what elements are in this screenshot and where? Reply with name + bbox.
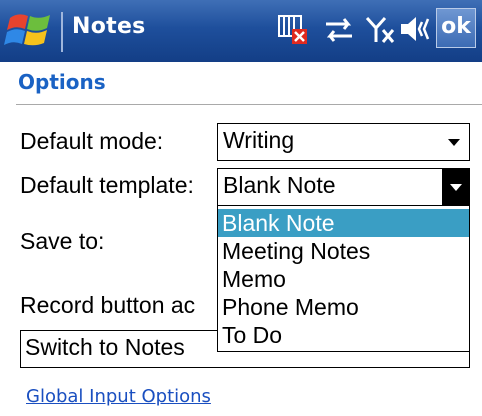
default-mode-label: Default mode: bbox=[20, 128, 164, 154]
windows-start-icon[interactable] bbox=[4, 6, 56, 56]
dropdown-option[interactable]: To Do bbox=[218, 321, 469, 349]
default-template-select[interactable]: Blank Note bbox=[217, 168, 470, 206]
title-bar: Notes ok bbox=[0, 0, 482, 62]
record-button-value: Switch to Notes bbox=[25, 334, 185, 360]
chevron-down-icon bbox=[448, 139, 460, 146]
speaker-icon[interactable] bbox=[398, 10, 434, 54]
page-title: Options bbox=[18, 70, 106, 94]
global-input-options-link[interactable]: Global Input Options bbox=[26, 386, 211, 407]
dropdown-option[interactable]: Memo bbox=[218, 265, 469, 293]
dropdown-option[interactable]: Blank Note bbox=[218, 209, 469, 237]
record-button-label: Record button ac bbox=[20, 292, 196, 318]
dropdown-option[interactable]: Phone Memo bbox=[218, 293, 469, 321]
default-template-label: Default template: bbox=[20, 172, 194, 198]
ok-button[interactable]: ok bbox=[436, 8, 476, 48]
heading-divider bbox=[16, 104, 482, 105]
connectivity-icon[interactable] bbox=[322, 10, 356, 54]
template-dropdown-list: Blank Note Meeting Notes Memo Phone Memo… bbox=[217, 205, 470, 352]
title-separator bbox=[61, 12, 63, 52]
chevron-down-icon[interactable] bbox=[442, 169, 469, 205]
default-mode-value: Writing bbox=[223, 127, 295, 153]
save-to-label: Save to: bbox=[20, 228, 105, 254]
signal-off-icon[interactable] bbox=[364, 10, 398, 54]
dropdown-option[interactable]: Meeting Notes bbox=[218, 237, 469, 265]
default-template-value: Blank Note bbox=[223, 172, 336, 198]
memory-warning-icon[interactable] bbox=[276, 10, 312, 54]
default-mode-select[interactable]: Writing bbox=[217, 123, 470, 161]
app-title: Notes bbox=[72, 14, 146, 39]
